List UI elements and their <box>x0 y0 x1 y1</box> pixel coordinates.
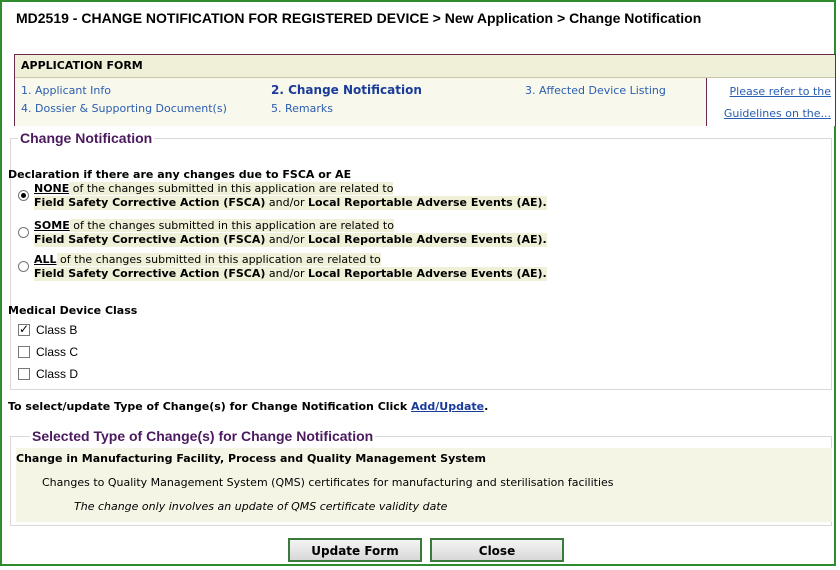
declaration-heading: Declaration if there are any changes due… <box>8 168 352 181</box>
step-applicant-info[interactable]: 1. Applicant Info <box>21 84 111 97</box>
step-dossier-supporting-documents[interactable]: 4. Dossier & Supporting Document(s) <box>21 102 227 115</box>
change-notification-legend: Change Notification <box>18 130 155 146</box>
change-detail: The change only involves an update of QM… <box>74 500 448 513</box>
change-category: Change in Manufacturing Facility, Proces… <box>16 452 486 465</box>
radio-none[interactable] <box>18 190 29 201</box>
selected-changes-list: Change in Manufacturing Facility, Proces… <box>16 448 832 522</box>
close-button[interactable]: Close <box>430 538 564 562</box>
option-keyword: NONE <box>34 182 70 195</box>
application-form-header: APPLICATION FORM <box>15 55 835 78</box>
guidelines-link[interactable]: Please refer to the <box>730 85 832 98</box>
add-update-link[interactable]: Add/Update <box>411 400 484 413</box>
class-b-label: Class B <box>36 323 78 337</box>
option-text: of the changes submitted in this applica… <box>69 219 394 232</box>
device-class-heading: Medical Device Class <box>8 304 138 317</box>
class-c-checkbox[interactable] <box>18 346 30 358</box>
select-type-suffix: . <box>484 400 489 413</box>
ae-label: Local Reportable Adverse Events (AE). <box>308 233 547 246</box>
ae-label: Local Reportable Adverse Events (AE). <box>308 267 547 280</box>
andor-label: and/or <box>265 267 309 280</box>
option-keyword: SOME <box>34 219 70 232</box>
fsca-label: Field Safety Corrective Action (FSCA) <box>34 196 266 209</box>
change-item: Changes to Quality Management System (QM… <box>42 476 614 489</box>
select-type-instruction: To select/update Type of Change(s) for C… <box>8 400 488 413</box>
window-content: MD2519 - CHANGE NOTIFICATION FOR REGISTE… <box>2 2 836 564</box>
guidelines-panel: Please refer to the Guidelines on the... <box>706 78 835 126</box>
step-remarks[interactable]: 5. Remarks <box>271 102 333 115</box>
fsca-label: Field Safety Corrective Action (FSCA) <box>34 267 266 280</box>
class-c-label: Class C <box>36 345 79 359</box>
radio-all[interactable] <box>18 261 29 272</box>
update-form-button[interactable]: Update Form <box>288 538 422 562</box>
application-form-panel: APPLICATION FORM 1. Applicant Info 2. Ch… <box>14 54 836 126</box>
class-d-checkbox[interactable] <box>18 368 30 380</box>
fsca-label: Field Safety Corrective Action (FSCA) <box>34 233 266 246</box>
option-text: of the changes submitted in this applica… <box>69 182 394 195</box>
ae-label: Local Reportable Adverse Events (AE). <box>308 196 547 209</box>
andor-label: and/or <box>265 196 309 209</box>
step-change-notification[interactable]: 2. Change Notification <box>271 83 422 97</box>
andor-label: and/or <box>265 233 309 246</box>
step-affected-device-listing[interactable]: 3. Affected Device Listing <box>525 84 666 97</box>
option-text: of the changes submitted in this applica… <box>56 253 381 266</box>
selected-changes-legend: Selected Type of Change(s) for Change No… <box>30 428 376 444</box>
radio-some[interactable] <box>18 227 29 238</box>
class-d-label: Class D <box>36 367 79 381</box>
application-steps: 1. Applicant Info 2. Change Notification… <box>15 78 835 126</box>
option-keyword: ALL <box>34 253 57 266</box>
main-window: MD2519 - CHANGE NOTIFICATION FOR REGISTE… <box>0 0 836 566</box>
select-type-text: To select/update Type of Change(s) for C… <box>8 400 411 413</box>
class-b-checkbox[interactable] <box>18 322 30 336</box>
page-title: MD2519 - CHANGE NOTIFICATION FOR REGISTE… <box>16 10 702 26</box>
guidelines-link-continued[interactable]: Guidelines on the... <box>724 107 831 120</box>
